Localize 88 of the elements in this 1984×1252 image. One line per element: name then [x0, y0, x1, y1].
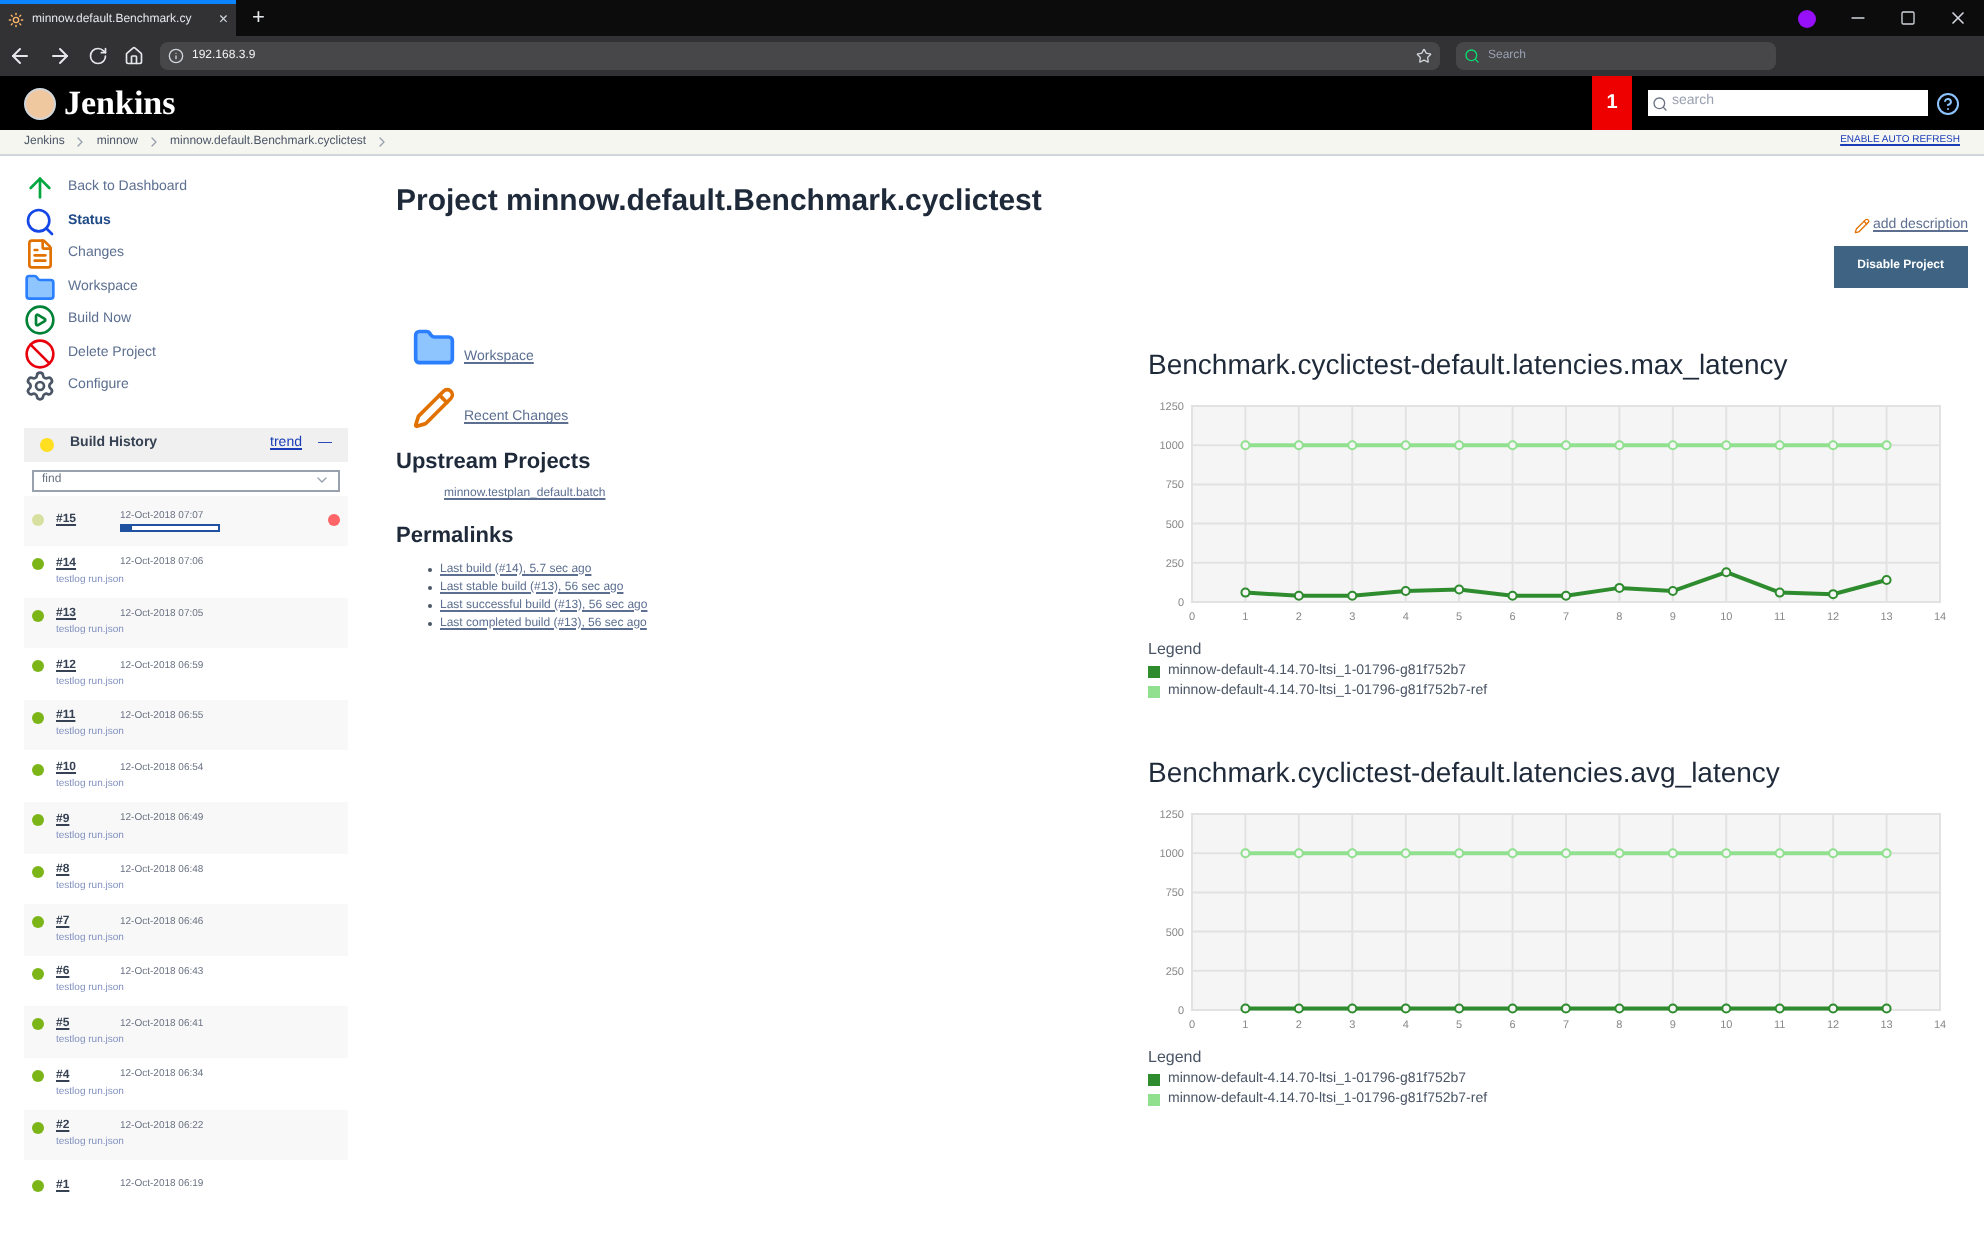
- home-icon[interactable]: [124, 46, 144, 66]
- data-point: [1561, 439, 1571, 450]
- data-point: [1774, 439, 1785, 450]
- jenkins-logo[interactable]: Jenkins: [64, 77, 176, 129]
- data-point: [1614, 581, 1625, 592]
- data-point: [1667, 847, 1678, 858]
- data-point: [1454, 1002, 1465, 1013]
- data-point: [1828, 847, 1839, 858]
- data-point: [1721, 847, 1732, 858]
- data-point: [1774, 586, 1785, 597]
- data-point: [1614, 847, 1625, 858]
- data-point: [1881, 439, 1892, 450]
- data-point: [1667, 439, 1678, 450]
- data-point: [1828, 1002, 1839, 1013]
- data-point: [1507, 847, 1518, 858]
- data-point: [1721, 439, 1732, 450]
- data-point: [1347, 439, 1358, 450]
- project-title: Project minnow.default.Benchmark.cyclictest: [396, 182, 1044, 222]
- maximize-icon[interactable]: [1900, 10, 1916, 26]
- star-icon[interactable]: [1416, 48, 1432, 64]
- data-point: [1881, 574, 1892, 585]
- info-icon: [168, 48, 184, 64]
- back-icon[interactable]: [8, 44, 32, 68]
- sun-icon: [40, 437, 54, 451]
- data-point: [1561, 847, 1571, 858]
- data-point: [1561, 589, 1571, 600]
- data-point: [1454, 439, 1465, 450]
- tab-favicon-icon: [8, 12, 24, 28]
- data-point: [1614, 439, 1625, 450]
- data-point: [1400, 585, 1411, 595]
- help-icon[interactable]: [1936, 91, 1960, 115]
- data-point: [1400, 439, 1411, 450]
- notepad-pencil-icon: [412, 385, 456, 429]
- clock-play-icon: [24, 304, 56, 337]
- data-point: [1240, 847, 1251, 858]
- close-icon[interactable]: [1948, 8, 1968, 28]
- chart-title: Benchmark.cyclictest-default.latencies.avg_latency: [1148, 753, 1782, 792]
- data-point: [1240, 439, 1251, 450]
- data-point: [1881, 847, 1892, 858]
- data-point: [1614, 1002, 1625, 1013]
- data-point: [1881, 1002, 1892, 1013]
- folder-icon: [24, 271, 56, 304]
- data-point: [1240, 1002, 1251, 1013]
- data-point: [1293, 439, 1304, 450]
- legend-title: Legend: [1148, 1045, 1204, 1069]
- data-point: [1293, 1002, 1304, 1013]
- data-point: [1721, 1002, 1732, 1013]
- data-point: [1347, 1002, 1358, 1013]
- data-point: [1507, 439, 1518, 450]
- data-point: [1454, 583, 1465, 594]
- upstream-heading: Upstream Projects: [396, 447, 593, 477]
- search-icon: [1464, 48, 1480, 64]
- forward-icon[interactable]: [48, 44, 72, 68]
- data-point: [1721, 566, 1732, 577]
- data-point: [1774, 847, 1785, 858]
- data-point: [1240, 586, 1251, 597]
- data-point: [1774, 1002, 1785, 1013]
- profile-avatar: [1798, 9, 1816, 27]
- data-point: [1828, 439, 1839, 450]
- data-point: [1293, 847, 1304, 858]
- data-point: [1400, 847, 1411, 858]
- data-point: [1347, 847, 1358, 858]
- permalinks-heading: Permalinks: [396, 522, 516, 552]
- data-point: [1667, 585, 1678, 595]
- no-entry-icon: [24, 337, 56, 370]
- data-point: [1507, 1002, 1518, 1013]
- tab-close-button[interactable]: ×: [218, 8, 228, 32]
- folder-icon: [412, 325, 456, 369]
- search-icon: [24, 205, 56, 238]
- data-point: [1454, 847, 1465, 858]
- legend-title: Legend: [1148, 637, 1204, 661]
- stop-icon[interactable]: [328, 514, 340, 527]
- notepad-icon: [24, 238, 56, 271]
- data-point: [1561, 1002, 1571, 1013]
- new-tab-button[interactable]: +: [236, 0, 281, 36]
- data-point: [1347, 589, 1358, 600]
- search-icon: [1652, 95, 1668, 111]
- data-point: [1400, 1002, 1411, 1013]
- data-point: [1828, 588, 1839, 599]
- settings-icon: [24, 370, 56, 403]
- edit-icon: [1853, 218, 1870, 235]
- reload-icon[interactable]: [88, 46, 108, 66]
- dropdown-icon: [314, 472, 330, 488]
- notification-badge[interactable]: 1: [1592, 76, 1632, 130]
- data-point: [1293, 589, 1304, 600]
- data-point: [1667, 1002, 1678, 1013]
- chart-title: Benchmark.cyclictest-default.latencies.max_latency: [1148, 345, 1790, 384]
- data-point: [1507, 589, 1518, 600]
